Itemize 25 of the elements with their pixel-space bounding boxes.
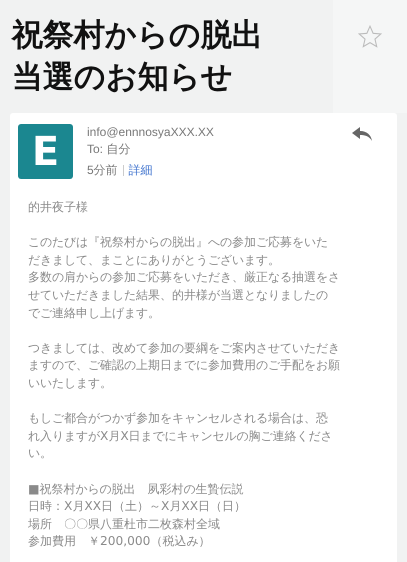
message-line: い。 [28,445,53,462]
message-line: ますので、ご確認の上期日までに参加費用のご手配をお願 [28,357,341,374]
message-line: だきまして、まことにありがとうございます。 [28,252,281,269]
message-line: 多数の肩からの参加ご応募をいただき、厳正なる抽選をさ [28,269,341,286]
message-line: せていただきました結果、的井様が当選となりましたの [28,286,329,304]
event-detail-line: 場所 〇〇県八重杜市二枚森村全域 [28,516,221,533]
reply-icon[interactable] [351,126,373,142]
message-line: れ入りますがX月X日までにキャンセルの胸ご連絡くださ [28,428,334,445]
event-detail-line: 参加費用 ￥200,000（税込み） [28,533,212,550]
event-detail-line: 日時：X月XX日（土）～X月XX日（日） [28,498,248,516]
time-text: 5分前 [87,162,118,179]
email-subject: 当選のお知らせ [12,58,234,97]
star-icon[interactable] [357,24,383,50]
recipient-text: To: 自分 [87,141,132,158]
message-line: いいたします。 [28,374,113,392]
message-line: もしご都合がつかず参加をキャンセルされる場合は、恐 [28,410,329,428]
sender-address: info@ennnosyaXXX.XX [87,124,215,141]
event-detail-line: ■祝祭村からの脱出 夙彩村の生贄伝説 [28,480,245,498]
message-line: つきましては、改めて参加の要綱をご案内させていただき [28,340,341,357]
details-link[interactable]: 詳細 [128,162,153,179]
email-subject: 祝祭村からの脱出 [12,16,263,55]
message-line: でご連絡申し上げます。 [28,304,161,322]
message-line: このたびは『祝祭村からの脱出』への参加ご応募をいた [28,234,329,252]
avatar: E [18,124,73,179]
message-line: 的井夜子様 [28,199,89,216]
